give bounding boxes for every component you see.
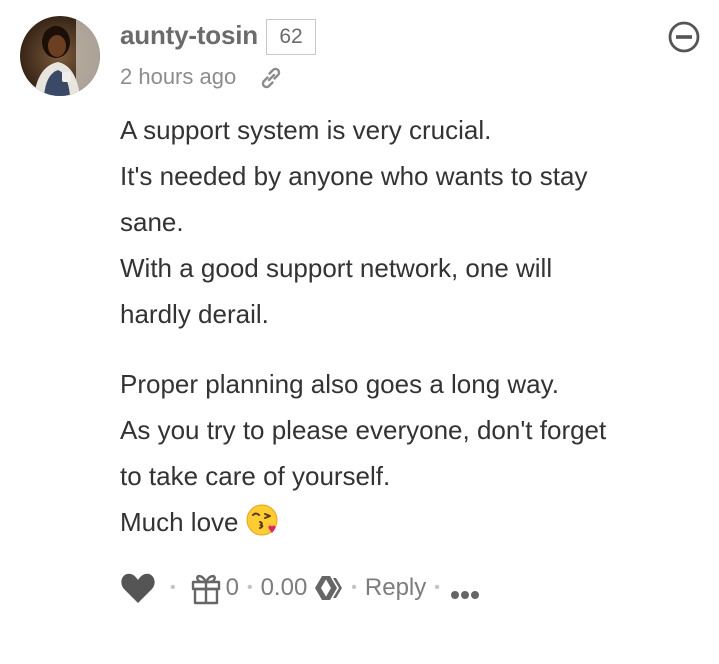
separator-dot: • [246,579,253,596]
gift-icon[interactable] [190,571,222,605]
body-line-text: Much love [120,507,239,537]
hive-icon [313,574,343,602]
separator-dot: • [351,579,357,596]
kiss-emoji-icon [245,503,279,537]
body-line: sane. [120,207,184,237]
body-line: As you try to please everyone, don't for… [120,415,607,445]
body-line: With a good support network, one will [120,253,553,283]
reputation-badge: 62 [266,19,316,55]
payout-amount[interactable]: 0.00 [261,574,308,602]
comment-body: A support system is very crucial. It's n… [120,107,700,545]
avatar-image [20,16,100,96]
timestamp[interactable]: 2 hours ago [120,62,236,92]
gift-count: 0 [225,574,239,601]
separator-dot: • [170,579,176,596]
avatar[interactable] [20,16,100,96]
heart-icon[interactable] [120,571,156,605]
link-icon[interactable] [257,64,285,92]
collapse-icon[interactable] [667,20,701,54]
body-line: It's needed by anyone who wants to stay [120,161,588,191]
comment-footer: • 0 • 0.00 • Reply • [120,566,480,610]
body-line-last: Much love [120,499,700,545]
body-line: A support system is very crucial. [120,115,492,145]
reply-button[interactable]: Reply [365,574,426,602]
author-name[interactable]: aunty-tosin [120,17,258,53]
body-line: hardly derail. [120,299,269,329]
separator-dot: • [434,579,440,596]
body-line: Proper planning also goes a long way. [120,369,559,399]
comment: aunty-tosin 62 2 hours ago A support sys… [0,0,719,664]
more-icon[interactable] [450,581,480,599]
body-line: to take care of yourself. [120,461,391,491]
